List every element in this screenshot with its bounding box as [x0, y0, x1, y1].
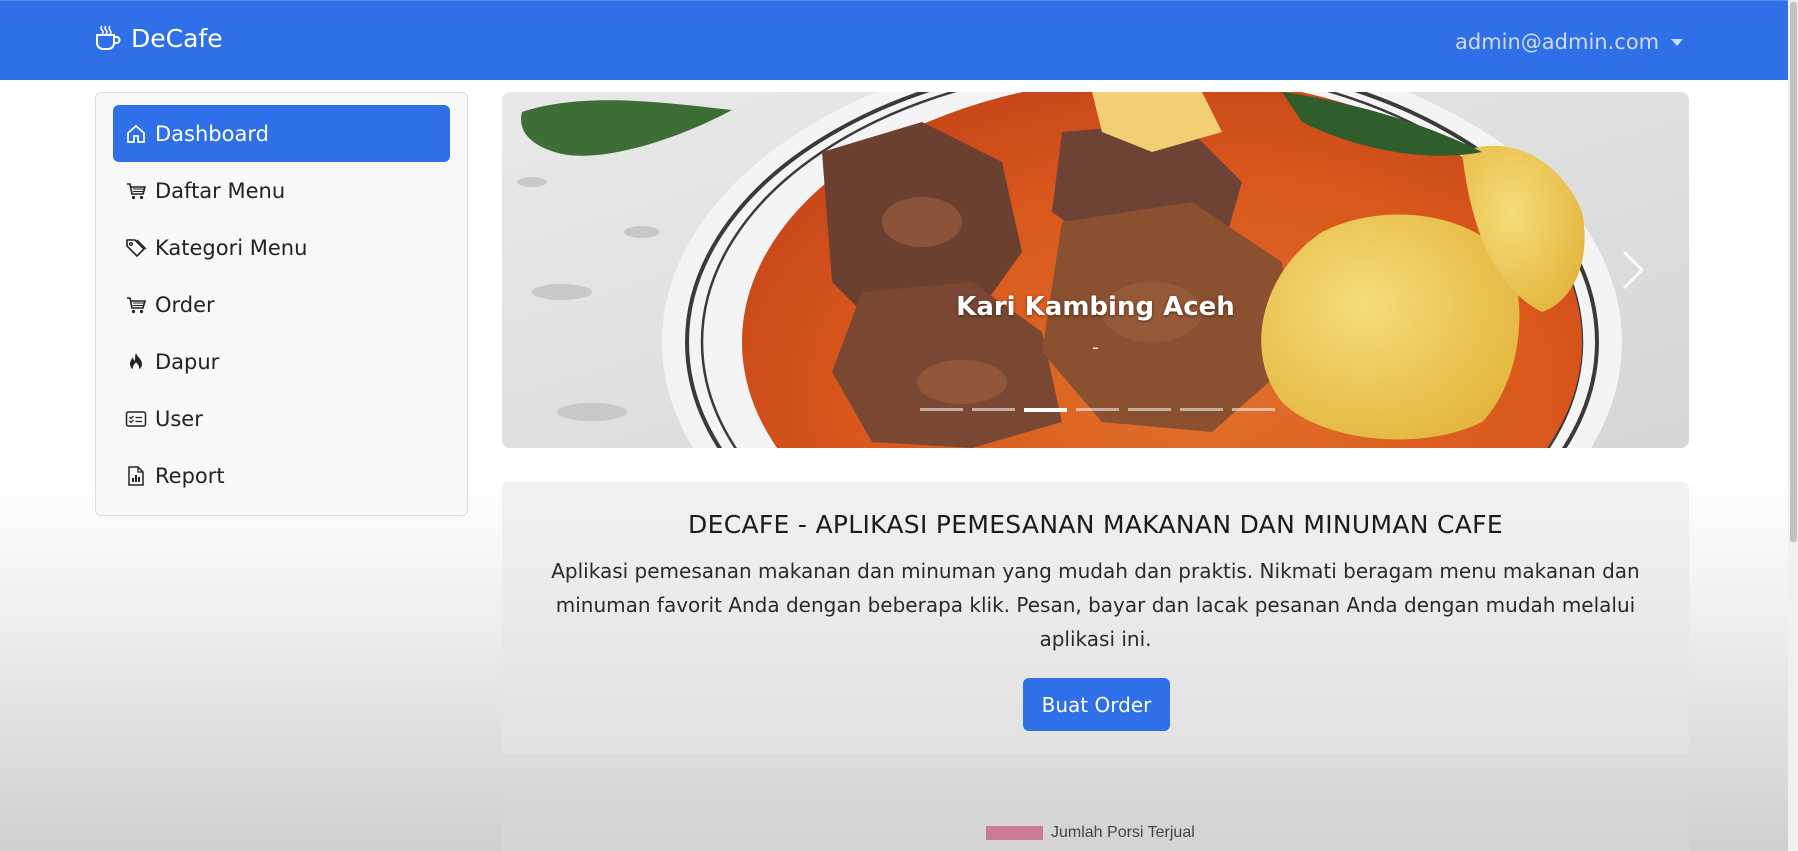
- carousel-indicator[interactable]: [920, 408, 963, 411]
- scrollbar-thumb[interactable]: [1790, 2, 1797, 542]
- sidebar-item-order[interactable]: Order: [113, 276, 450, 333]
- fire-icon: [125, 351, 147, 373]
- cart-icon: [125, 180, 147, 202]
- sidebar-item-dashboard[interactable]: Dashboard: [113, 105, 450, 162]
- sidebar-item-user[interactable]: User: [113, 390, 450, 447]
- page-title: DECAFE - APLIKASI PEMESANAN MAKANAN DAN …: [688, 510, 1503, 539]
- id-card-icon: [125, 408, 147, 430]
- file-chart-icon: [125, 465, 147, 487]
- user-email: admin@admin.com: [1455, 30, 1660, 54]
- legend-label: Jumlah Porsi Terjual: [1051, 824, 1195, 841]
- brand-name: DeCafe: [131, 23, 223, 53]
- welcome-card: DECAFE - APLIKASI PEMESANAN MAKANAN DAN …: [502, 482, 1689, 754]
- carousel-caption-subtitle: -: [1092, 337, 1099, 358]
- sidebar: Dashboard Daftar Menu Kategori Menu Orde…: [95, 92, 468, 516]
- food-carousel[interactable]: Kari Kambing Aceh -: [502, 92, 1689, 448]
- brand[interactable]: DeCafe: [93, 23, 223, 53]
- sidebar-item-label: Daftar Menu: [155, 178, 286, 203]
- carousel-indicator[interactable]: [1232, 408, 1275, 411]
- house-icon: [125, 123, 147, 145]
- description-text: Aplikasi pemesanan makanan dan minuman y…: [551, 559, 1640, 651]
- carousel-next-button[interactable]: [1577, 92, 1689, 448]
- carousel-indicator[interactable]: [1180, 408, 1223, 411]
- legend-swatch: [986, 826, 1043, 840]
- sidebar-item-kategori-menu[interactable]: Kategori Menu: [113, 219, 450, 276]
- sidebar-item-daftar-menu[interactable]: Daftar Menu: [113, 162, 450, 219]
- user-dropdown[interactable]: admin@admin.com: [1455, 30, 1684, 54]
- tags-icon: [125, 237, 147, 259]
- chevron-right-icon: [1622, 250, 1645, 290]
- chart-legend[interactable]: Jumlah Porsi Terjual: [986, 824, 1195, 842]
- sidebar-item-label: Dapur: [155, 349, 220, 374]
- sidebar-item-label: Dashboard: [155, 121, 269, 146]
- coffee-cup-icon: [96, 25, 121, 50]
- cart-icon: [125, 294, 147, 316]
- sidebar-item-label: User: [155, 406, 203, 431]
- carousel-indicator-active[interactable]: [1024, 408, 1067, 412]
- buat-order-button[interactable]: Buat Order: [1023, 678, 1170, 731]
- sales-chart-card: Jumlah Porsi Terjual: [502, 788, 1689, 851]
- carousel-indicator[interactable]: [972, 408, 1015, 411]
- sidebar-item-report[interactable]: Report: [113, 447, 450, 504]
- caret-down-icon: [1671, 38, 1684, 46]
- carousel-indicator[interactable]: [1128, 408, 1171, 411]
- carousel-caption-title: Kari Kambing Aceh: [956, 292, 1235, 322]
- carousel-indicators: [920, 408, 1275, 412]
- carousel-food-image: [502, 92, 1689, 448]
- sidebar-item-dapur[interactable]: Dapur: [113, 333, 450, 390]
- top-navbar: DeCafe admin@admin.com: [0, 0, 1788, 80]
- carousel-indicator[interactable]: [1076, 408, 1119, 411]
- sidebar-item-label: Kategori Menu: [155, 235, 308, 260]
- sidebar-item-label: Order: [155, 292, 215, 317]
- sidebar-item-label: Report: [155, 463, 225, 488]
